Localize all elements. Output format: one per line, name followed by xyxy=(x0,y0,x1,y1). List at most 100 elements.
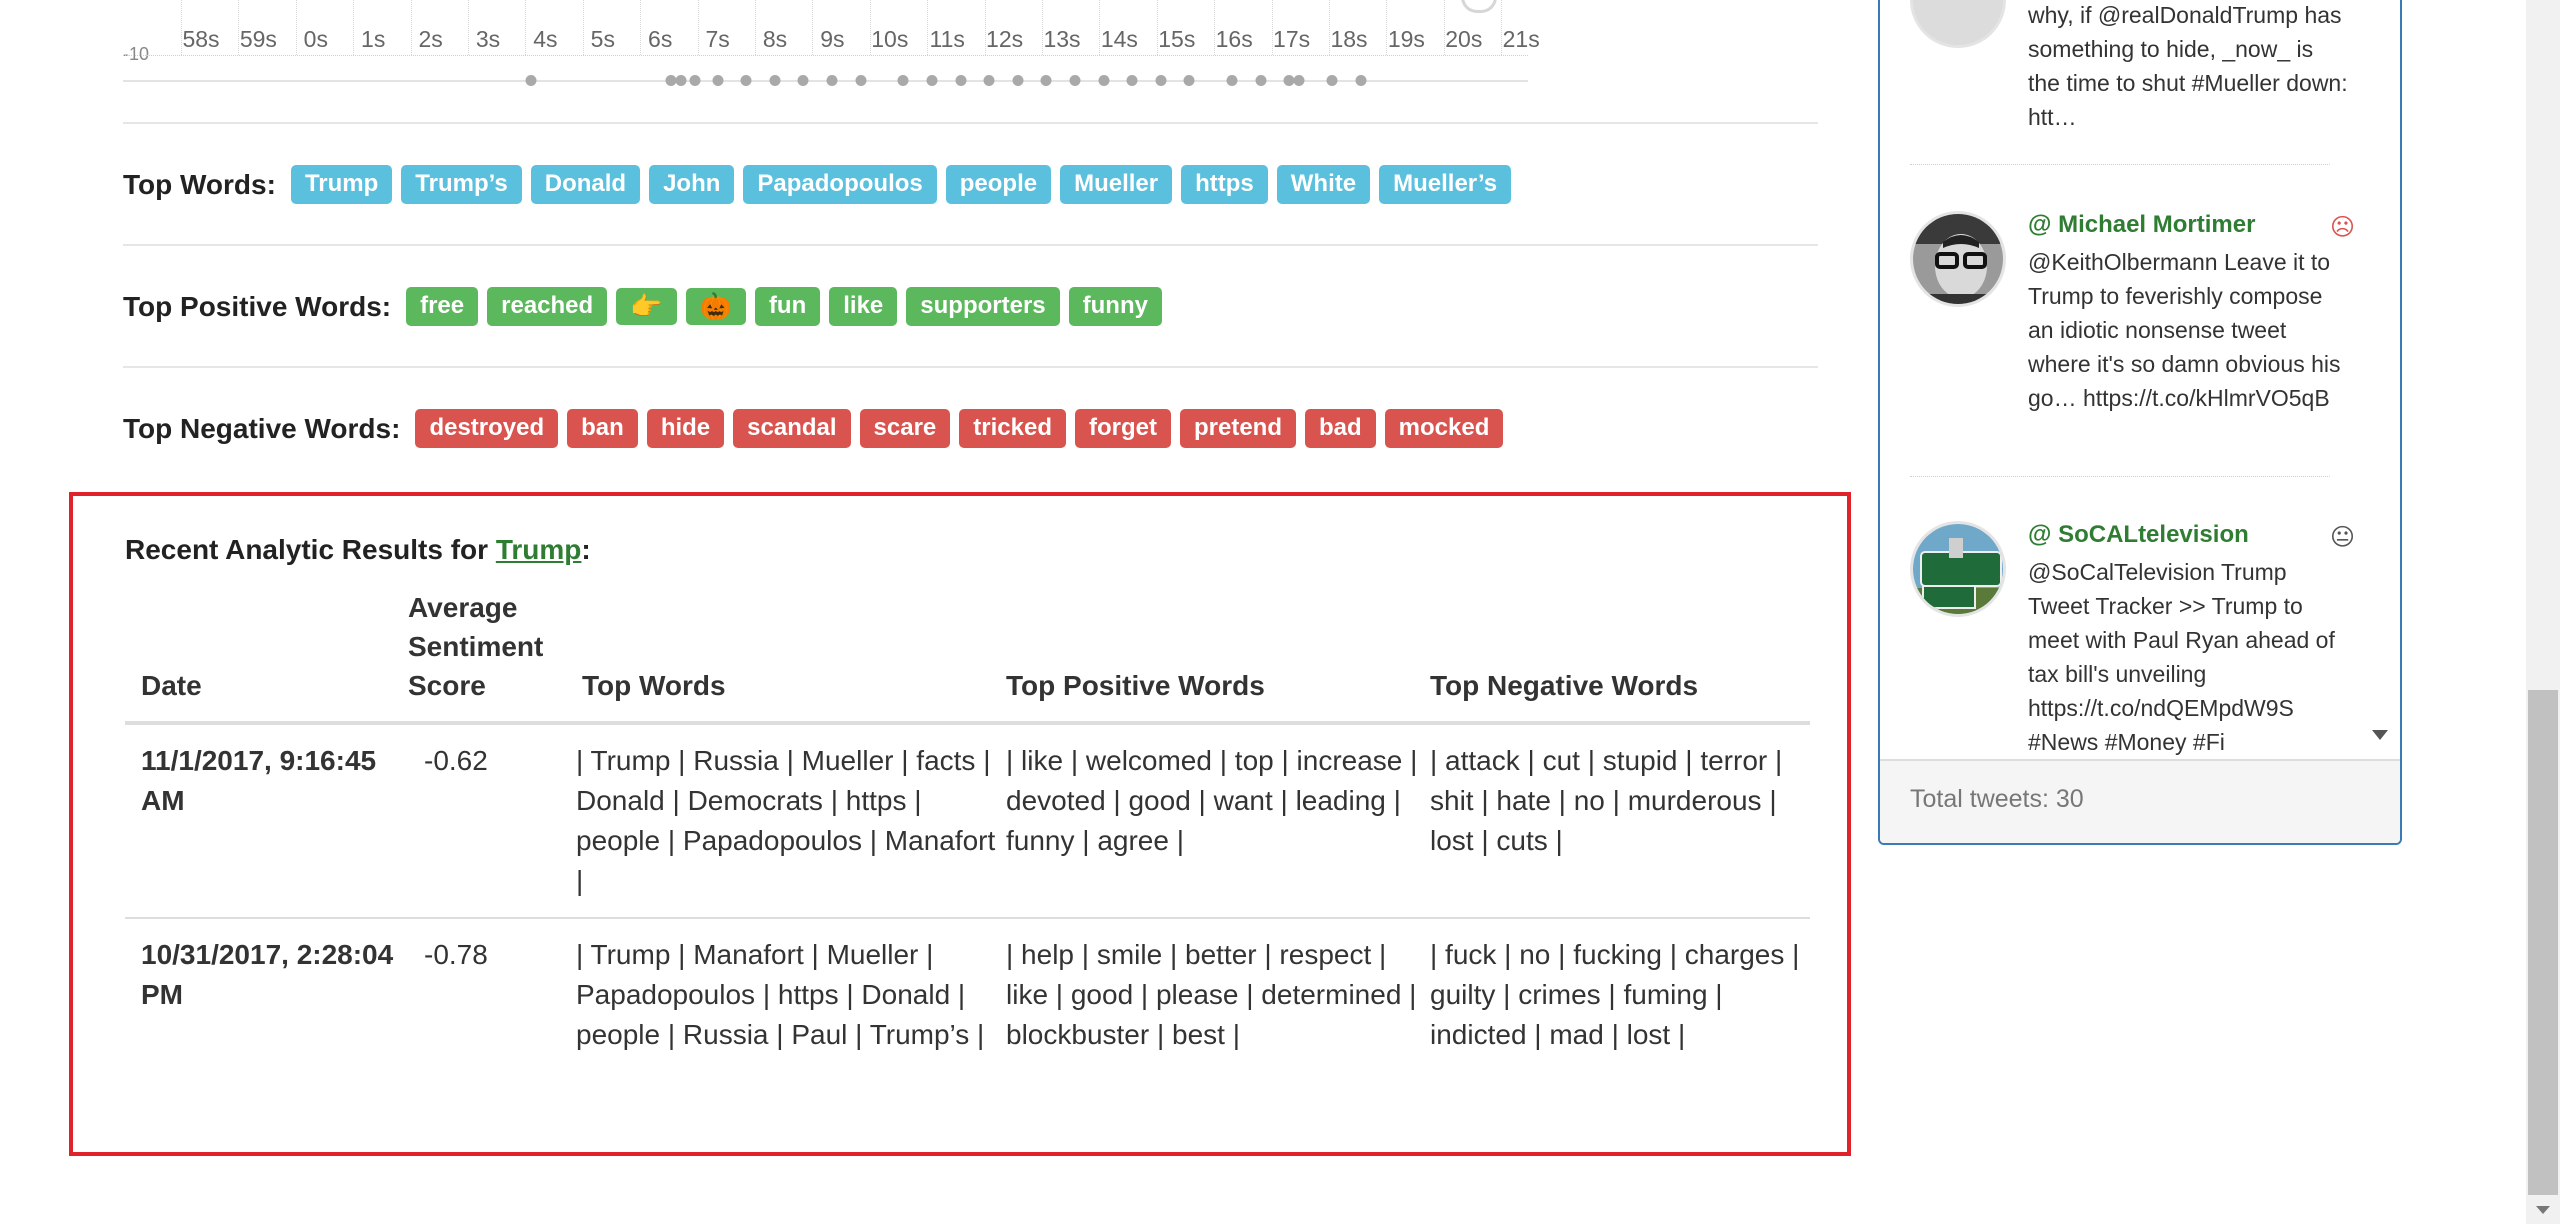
timeline-event-dot[interactable] xyxy=(689,75,701,86)
timeline-tick-label: 2s xyxy=(418,26,443,52)
top-words-row: Top Words: Trump Trump’s Donald John Pap… xyxy=(123,165,1512,204)
timeline-tick-label: 5s xyxy=(590,26,615,52)
feed-scroll-down-icon[interactable] xyxy=(2372,730,2388,740)
timeline-tick-label: 8s xyxy=(762,26,788,52)
timeline-tick-label: 12s xyxy=(986,26,1024,52)
timeline-event-dot[interactable] xyxy=(1355,75,1367,86)
avatar xyxy=(1910,0,2006,48)
timeline-event-dot[interactable] xyxy=(955,75,967,86)
timeline-event-dot[interactable] xyxy=(1326,75,1338,86)
timeline-event-dot[interactable] xyxy=(855,75,867,86)
negative-word-tag[interactable]: tricked xyxy=(959,409,1066,448)
scrollbar-thumb[interactable] xyxy=(2528,690,2558,1195)
timeline-event-dot[interactable] xyxy=(826,75,838,86)
negative-word-tag[interactable]: pretend xyxy=(1179,409,1296,448)
timeline-tick-label: 4s xyxy=(533,26,558,52)
timeline-event-dot[interactable] xyxy=(797,75,809,86)
top-word-tag[interactable]: https xyxy=(1181,165,1268,204)
negative-word-tag[interactable]: mocked xyxy=(1384,409,1504,448)
timeline-tick-label: 0s xyxy=(303,26,328,52)
negative-word-tag[interactable]: hide xyxy=(646,409,725,448)
timeline-event-dot[interactable] xyxy=(1040,75,1052,86)
top-word-tag[interactable]: Mueller xyxy=(1060,165,1173,204)
timeline-event-dot[interactable] xyxy=(1155,75,1167,86)
negative-word-tag[interactable]: scare xyxy=(859,409,951,448)
top-word-tag[interactable]: people xyxy=(945,165,1052,204)
timeline-gridline xyxy=(927,0,929,55)
positive-word-tag[interactable]: supporters xyxy=(906,287,1060,326)
tweet-username[interactable]: @ Michael Mortimer xyxy=(2028,211,2255,239)
timeline-event-dot[interactable] xyxy=(1293,75,1305,86)
timeline-event-dot[interactable] xyxy=(675,75,687,86)
table-row: 10/31/2017, 2:28:04 PM -0.78 | Trump | M… xyxy=(125,918,1810,1071)
timeline-event-dot[interactable] xyxy=(769,75,781,86)
tweet-separator xyxy=(1910,476,2330,477)
avatar xyxy=(1910,211,2006,307)
timeline-tick-label: 18s xyxy=(1330,26,1368,52)
timeline-event-dot[interactable] xyxy=(740,75,752,86)
page-scrollbar[interactable] xyxy=(2526,0,2560,1224)
divider xyxy=(123,366,1818,368)
results-topic-link[interactable]: Trump xyxy=(496,534,582,565)
positive-word-tag[interactable]: fun xyxy=(754,287,821,326)
positive-word-tag[interactable]: funny xyxy=(1068,287,1162,326)
tweet-feed[interactable]: why, if @realDonaldTrump has something t… xyxy=(1880,0,2380,755)
timeline-tick-label: 6s xyxy=(648,26,673,52)
timeline-tick-label: 58s xyxy=(182,26,220,52)
top-negative-words-row: Top Negative Words: destroyed ban hide s… xyxy=(123,409,1504,448)
timeline-event-dot[interactable] xyxy=(712,75,724,86)
timeline-curve-fragment xyxy=(1461,0,1497,13)
negative-word-tag[interactable]: scandal xyxy=(733,409,851,448)
timeline-event-dot[interactable] xyxy=(897,75,909,86)
timeline-event-dot[interactable] xyxy=(983,75,995,86)
timeline-event-dot[interactable] xyxy=(1126,75,1138,86)
timeline-event-dot[interactable] xyxy=(1255,75,1267,86)
top-positive-words-row: Top Positive Words: free reached 👉 🎃 fun… xyxy=(123,287,1162,326)
timeline-tick-label: 11s xyxy=(929,26,965,52)
negative-word-tag[interactable]: bad xyxy=(1305,409,1376,448)
negative-word-tag[interactable]: ban xyxy=(567,409,638,448)
timeline-gridline xyxy=(295,0,297,55)
timeline-tick-label: 14s xyxy=(1100,26,1138,52)
positive-word-tag[interactable]: free xyxy=(406,287,479,326)
timeline-event-dot[interactable] xyxy=(1012,75,1024,86)
negative-word-tag[interactable]: forget xyxy=(1074,409,1171,448)
positive-word-tag[interactable]: reached xyxy=(487,287,608,326)
timeline-event-dot[interactable] xyxy=(1183,75,1195,86)
results-title-prefix: Recent Analytic Results for xyxy=(125,534,496,565)
timeline-event-dot[interactable] xyxy=(1098,75,1110,86)
pointing-hand-emoji-tag[interactable]: 👉 xyxy=(616,288,677,325)
cell-score: -0.62 xyxy=(424,745,488,776)
positive-word-tag[interactable]: like xyxy=(829,287,898,326)
top-word-tag[interactable]: Trump’s xyxy=(401,165,522,204)
timeline-gridline xyxy=(582,0,584,55)
cell-top-positive: | help | smile | better | respect | like… xyxy=(1006,939,1417,1050)
timeline-tick-label: 10s xyxy=(871,26,909,52)
timeline-gridline xyxy=(812,0,814,55)
timeline-tick-label: 15s xyxy=(1158,26,1196,52)
timeline-event-dot[interactable] xyxy=(525,75,537,86)
sad-face-icon: ☹ xyxy=(2330,214,2356,241)
timeline-event-dot[interactable] xyxy=(926,75,938,86)
scroll-down-arrow-icon[interactable] xyxy=(2536,1206,2550,1214)
col-header-score-line: Score xyxy=(408,670,486,701)
cell-score: -0.78 xyxy=(424,939,488,970)
timeline-event-dot[interactable] xyxy=(1069,75,1081,86)
tweet-username[interactable]: @ SoCALtelevision xyxy=(2028,521,2249,549)
pumpkin-emoji-tag[interactable]: 🎃 xyxy=(685,288,746,325)
top-word-tag[interactable]: John xyxy=(649,165,735,204)
timeline-tick-label: 59s xyxy=(239,26,277,52)
timeline-gridline xyxy=(640,0,642,55)
recent-analytic-results: Recent Analytic Results for Trump: Date … xyxy=(69,492,1851,1156)
timeline-gridline xyxy=(755,0,756,55)
top-positive-words-title: Top Positive Words: xyxy=(123,290,392,322)
top-word-tag[interactable]: Trump xyxy=(290,165,393,204)
top-negative-words-title: Top Negative Words: xyxy=(123,412,401,444)
top-word-tag[interactable]: Mueller’s xyxy=(1379,165,1512,204)
top-word-tag[interactable]: White xyxy=(1276,165,1371,204)
total-tweets-count: Total tweets: 30 xyxy=(1910,785,2084,813)
top-word-tag[interactable]: Papadopoulos xyxy=(743,165,937,204)
top-word-tag[interactable]: Donald xyxy=(530,165,641,204)
negative-word-tag[interactable]: destroyed xyxy=(415,409,559,448)
timeline-event-dot[interactable] xyxy=(1226,75,1238,86)
